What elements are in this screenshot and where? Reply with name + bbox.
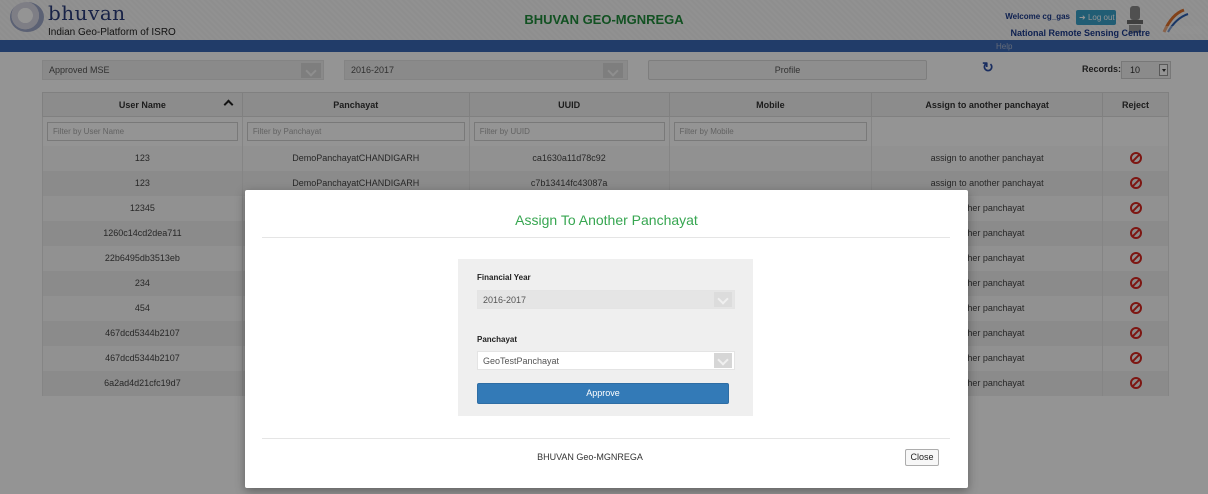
assign-form-panel: Financial Year 2016-2017 Panchayat GeoTe… (458, 259, 753, 416)
chevron-down-icon (714, 292, 732, 307)
modal-footer-text: BHUVAN Geo-MGNREGA (537, 452, 643, 462)
approve-button[interactable]: Approve (477, 383, 729, 404)
panchayat-label: Panchayat (477, 335, 518, 344)
financial-year-label: Financial Year (477, 273, 531, 282)
panchayat-select[interactable]: GeoTestPanchayat (477, 351, 735, 370)
divider (262, 237, 950, 238)
panchayat-value: GeoTestPanchayat (483, 356, 560, 366)
financial-year-value: 2016-2017 (483, 295, 527, 305)
modal-title: Assign To Another Panchayat (515, 212, 698, 228)
chevron-down-icon (714, 353, 732, 368)
close-button[interactable]: Close (905, 449, 939, 466)
divider (262, 438, 950, 439)
financial-year-select[interactable]: 2016-2017 (477, 290, 735, 309)
assign-panchayat-modal: Assign To Another Panchayat Financial Ye… (245, 190, 968, 488)
